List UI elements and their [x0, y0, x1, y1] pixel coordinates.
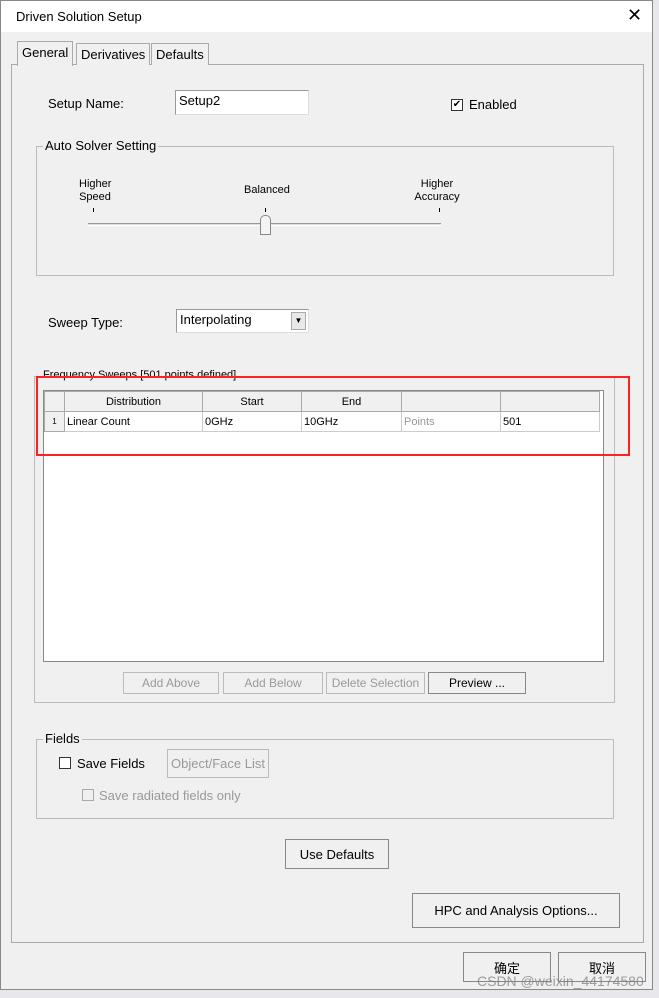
object-face-list-button[interactable]: Object/Face List [167, 749, 269, 778]
tick [265, 208, 266, 212]
close-icon[interactable]: ✕ [627, 5, 642, 26]
setup-name-label: Setup Name: [48, 96, 124, 111]
save-radiated-checkbox[interactable] [82, 789, 94, 801]
title-bar: Driven Solution Setup ✕ [1, 1, 652, 32]
tab-derivatives[interactable]: Derivatives [76, 43, 151, 65]
higher-speed-label: Higher Speed [79, 178, 112, 203]
tick [439, 208, 440, 212]
auto-solver-group [36, 146, 614, 276]
hpc-options-button[interactable]: HPC and Analysis Options... [412, 893, 620, 928]
delete-selection-button[interactable]: Delete Selection [326, 672, 425, 694]
chevron-down-icon[interactable]: ▼ [291, 312, 306, 330]
solver-slider-thumb[interactable] [260, 215, 271, 235]
sweep-type-select[interactable]: Interpolating ▼ [176, 309, 309, 333]
save-fields-label: Save Fields [77, 756, 145, 771]
auto-solver-label: Auto Solver Setting [43, 138, 159, 153]
higher-accuracy-label: Higher Accuracy [414, 178, 460, 203]
tab-defaults[interactable]: Defaults [151, 43, 209, 65]
enabled-label: Enabled [469, 97, 517, 112]
save-fields-checkbox[interactable] [59, 757, 71, 769]
dialog: Driven Solution Setup ✕ General Derivati… [0, 0, 653, 990]
window-title: Driven Solution Setup [16, 9, 142, 24]
enabled-checkbox[interactable]: ✔ [451, 99, 463, 111]
save-radiated-label: Save radiated fields only [99, 788, 241, 803]
setup-name-input[interactable]: Setup2 [175, 90, 309, 115]
fields-label: Fields [43, 731, 82, 746]
preview-button[interactable]: Preview ... [428, 672, 526, 694]
use-defaults-button[interactable]: Use Defaults [285, 839, 389, 869]
sweep-type-value: Interpolating [180, 312, 252, 327]
add-above-button[interactable]: Add Above [123, 672, 219, 694]
sweep-type-label: Sweep Type: [48, 315, 123, 330]
fields-group [36, 739, 614, 819]
watermark: CSDN @weixin_44174580 [477, 973, 644, 989]
balanced-label: Balanced [244, 184, 290, 196]
tab-general[interactable]: General [17, 41, 74, 66]
add-below-button[interactable]: Add Below [223, 672, 323, 694]
tick [93, 208, 94, 212]
highlight-box [36, 376, 630, 456]
